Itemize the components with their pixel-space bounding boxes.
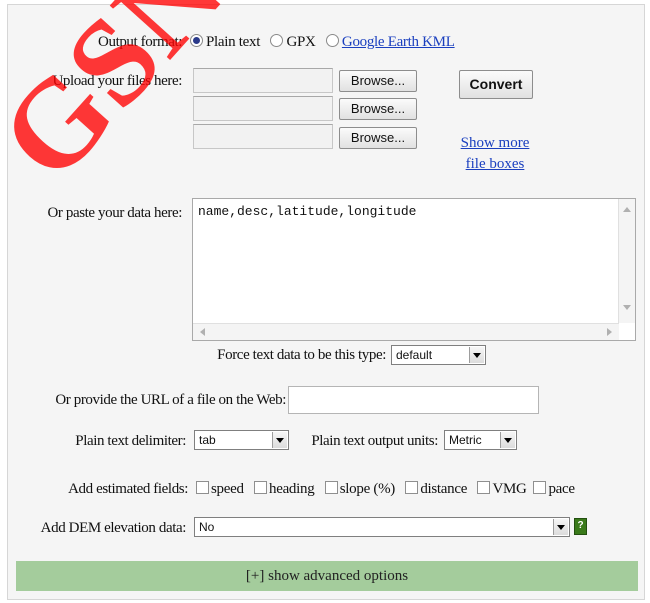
show-more-line-2: file boxes [465, 156, 525, 172]
force-type-value: default [396, 348, 433, 362]
dropdown-arrow-icon [272, 432, 287, 448]
estimated-label: Add estimated fields: [68, 481, 188, 497]
dem-label: Add DEM elevation data: [40, 520, 187, 536]
checkbox-icon [477, 481, 491, 494]
upload-label: Upload your files here: [52, 73, 182, 89]
delimiter-value: tab [199, 433, 216, 447]
horizontal-scrollbar[interactable] [193, 323, 619, 340]
file-path-2[interactable] [193, 96, 333, 121]
radio-gpx[interactable]: GPX [270, 34, 316, 50]
browse-button-2[interactable]: Browse... [339, 98, 417, 120]
convert-button[interactable]: Convert [459, 70, 533, 99]
file-path-3[interactable] [193, 124, 333, 149]
checkbox-distance[interactable]: distance [405, 481, 467, 497]
units-select[interactable]: Metric [444, 430, 517, 450]
radio-off-icon [270, 34, 284, 47]
radio-on-icon [190, 34, 203, 47]
output-format-options: Plain text GPX Google Earth KML [190, 32, 455, 52]
kml-link[interactable]: Google Earth KML [342, 34, 455, 50]
paste-textarea[interactable]: name,desc,latitude,longitude [192, 198, 636, 341]
show-more-line-1: Show more [460, 135, 530, 151]
dropdown-arrow-icon [469, 347, 484, 363]
force-type-label: Force text data to be this type: [217, 347, 386, 363]
show-more-link[interactable]: Show more file boxes [455, 133, 535, 175]
scroll-down-icon[interactable] [623, 305, 631, 310]
checkbox-vmg[interactable]: VMG [477, 481, 527, 497]
url-label: Or provide the URL of a file on the Web: [55, 392, 286, 408]
help-icon[interactable]: ? [574, 518, 587, 535]
dropdown-arrow-icon [553, 519, 568, 535]
scroll-left-icon[interactable] [200, 328, 205, 336]
checkbox-icon [254, 481, 268, 494]
units-value: Metric [449, 433, 482, 447]
dem-select[interactable]: No [194, 517, 570, 537]
checkbox-slope[interactable]: slope (%) [324, 481, 395, 497]
dropdown-arrow-icon [500, 432, 515, 448]
radio-plain-text[interactable]: Plain text [190, 34, 260, 50]
checkbox-icon [324, 481, 338, 494]
checkbox-speed[interactable]: speed [196, 481, 244, 497]
units-label: Plain text output units: [311, 433, 438, 449]
checkbox-icon [405, 481, 419, 494]
show-advanced-button[interactable]: [+] show advanced options [16, 561, 638, 591]
radio-off-icon [325, 34, 339, 47]
delimiter-select[interactable]: tab [194, 430, 289, 450]
checkbox-icon [196, 481, 209, 494]
checkbox-pace[interactable]: pace [533, 481, 575, 497]
radio-kml[interactable]: Google Earth KML [325, 34, 455, 50]
paste-textarea-value: name,desc,latitude,longitude [198, 204, 417, 219]
delimiter-label: Plain text delimiter: [75, 433, 186, 449]
checkbox-heading[interactable]: heading [254, 481, 315, 497]
checkbox-icon [533, 481, 547, 494]
scroll-right-icon[interactable] [607, 328, 612, 336]
file-path-1[interactable] [193, 68, 333, 93]
paste-label: Or paste your data here: [47, 205, 182, 221]
url-input[interactable] [288, 386, 539, 414]
browse-button-3[interactable]: Browse... [339, 127, 417, 149]
vertical-scrollbar[interactable] [618, 199, 635, 323]
dem-value: No [199, 520, 215, 534]
browse-button-1[interactable]: Browse... [339, 70, 417, 92]
estimated-fields: speed heading slope (%) distance VMG pac… [196, 479, 575, 499]
force-type-select[interactable]: default [391, 345, 486, 365]
scroll-up-icon[interactable] [623, 207, 631, 212]
output-format-label: Output format: [98, 34, 182, 50]
